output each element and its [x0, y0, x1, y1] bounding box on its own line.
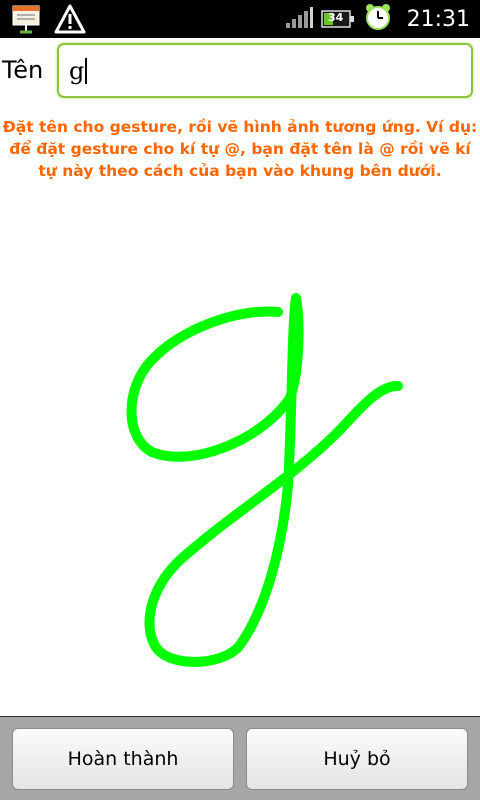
- text-caret: [85, 57, 88, 84]
- warning-icon[interactable]: [54, 3, 86, 39]
- bottom-button-bar: Hoàn thành Huỷ bỏ: [0, 716, 480, 800]
- status-bar: 34 21:31: [0, 0, 480, 38]
- gesture-stroke: [126, 293, 403, 667]
- done-button[interactable]: Hoàn thành: [12, 728, 234, 790]
- clock-time: 21:31: [406, 6, 470, 32]
- notification-icon[interactable]: [10, 3, 42, 39]
- cancel-button[interactable]: Huỷ bỏ: [246, 728, 468, 790]
- battery-icon: 34: [320, 8, 355, 30]
- gesture-name-input[interactable]: g: [57, 43, 473, 98]
- status-bar-left: [10, 3, 86, 39]
- status-bar-right: 34 21:31: [285, 0, 470, 38]
- gesture-stroke-canvas: [126, 293, 403, 667]
- gesture-drawing-area[interactable]: [0, 190, 480, 715]
- instruction-text: Đặt tên cho gesture, rồi vẽ hình ảnh tươ…: [2, 118, 478, 180]
- battery-level: 34: [327, 11, 344, 24]
- signal-icon: [285, 5, 313, 33]
- alarm-clock-icon: [363, 2, 393, 36]
- name-label: Tên: [2, 56, 44, 84]
- gesture-name-value: g: [69, 56, 85, 85]
- gesture-name-row: Tên g: [0, 38, 480, 106]
